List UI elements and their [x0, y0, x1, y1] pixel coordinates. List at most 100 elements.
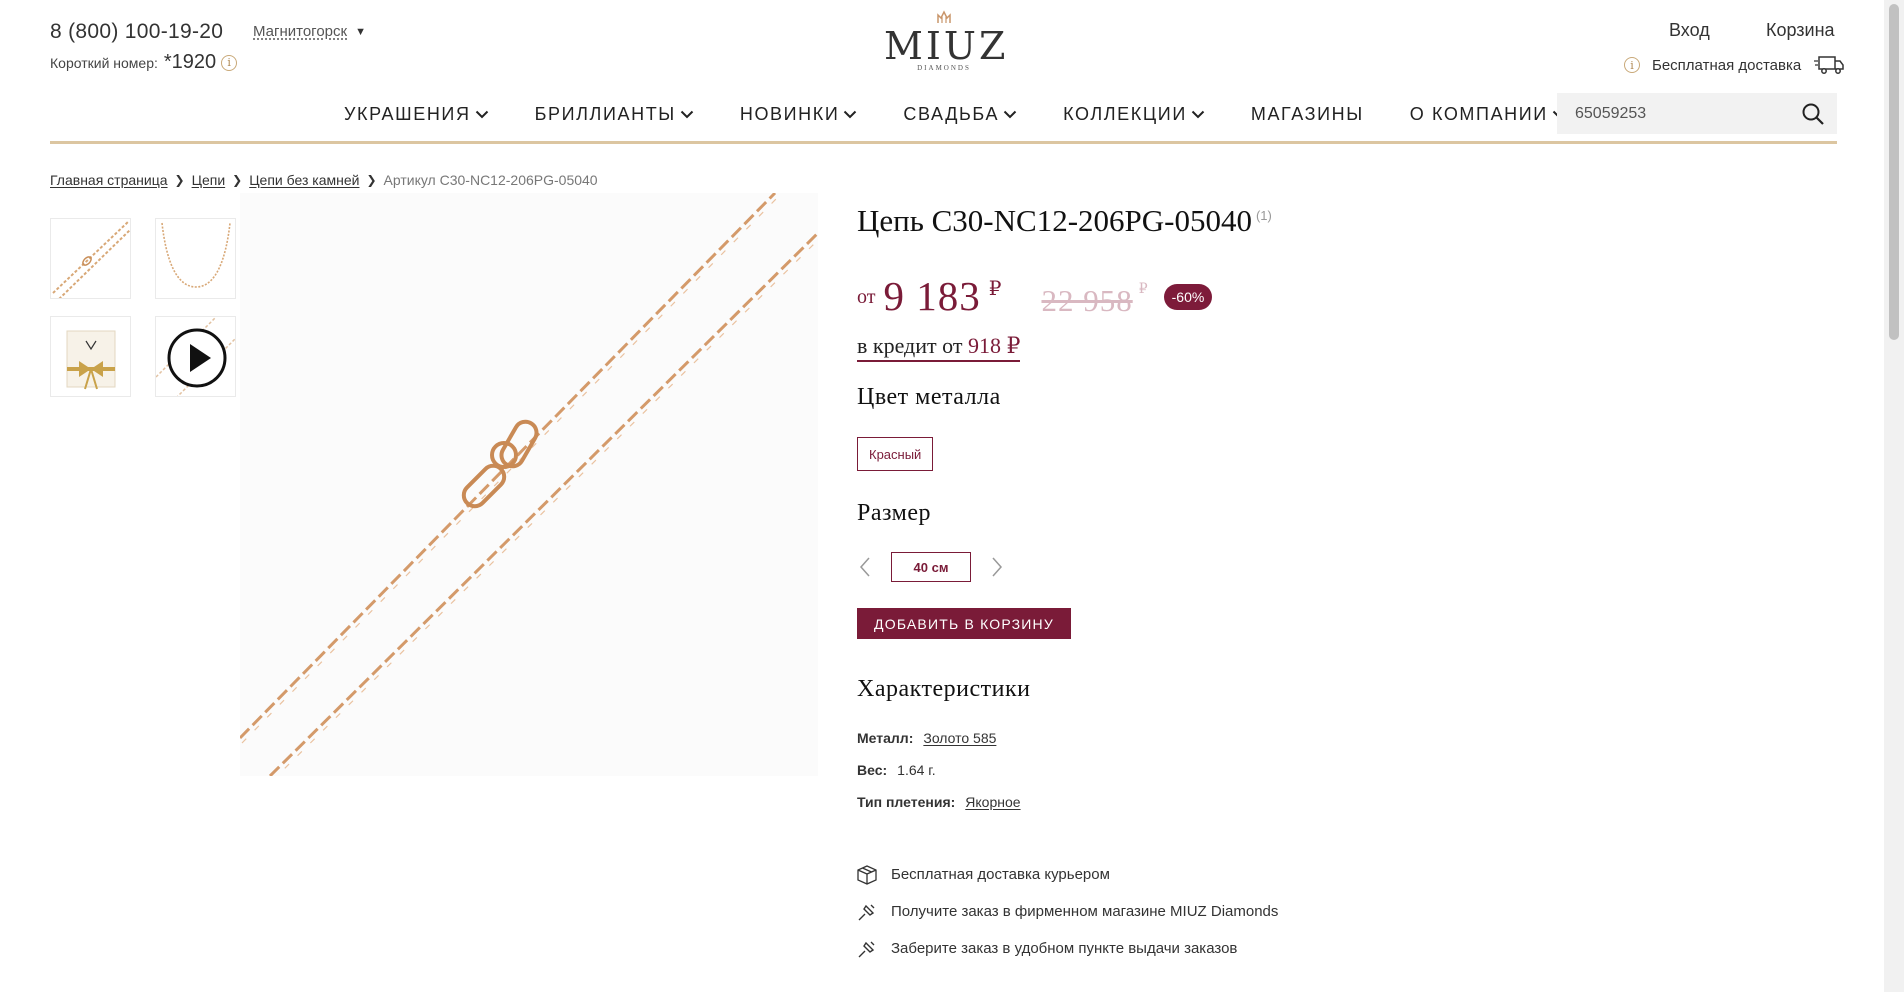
char-key: Металл:: [857, 730, 914, 746]
size-next-button[interactable]: [989, 555, 1005, 579]
review-count[interactable]: (1): [1256, 208, 1272, 223]
breadcrumb-chains[interactable]: Цепи: [192, 172, 226, 188]
nav-item-new[interactable]: НОВИНКИ: [740, 104, 858, 125]
chevron-down-icon: [475, 110, 488, 119]
short-number-value: *1920: [163, 51, 217, 73]
chevron-down-icon: [1191, 110, 1205, 119]
nav-label: МАГАЗИНЫ: [1250, 104, 1364, 124]
nav-label: НОВИНКИ: [739, 104, 840, 124]
free-delivery: i Бесплатная доставка: [1624, 55, 1845, 75]
search-icon[interactable]: [1801, 102, 1825, 126]
city-name: Магнитогорск: [253, 23, 348, 40]
characteristics-list: Металл: Золото 585 Вес: 1.64 г. Тип плет…: [857, 730, 1021, 826]
logo[interactable]: MIUZ DIAMONDS: [884, 10, 1009, 72]
nav-label: УКРАШЕНИЯ: [344, 104, 471, 124]
thumbnail-chain-closeup[interactable]: [50, 218, 131, 299]
thumbnail-chain-full[interactable]: [155, 218, 236, 299]
credit-link[interactable]: в кредит от 918 ₽: [857, 333, 1021, 362]
page-scrollbar[interactable]: [1884, 0, 1904, 992]
price-prefix: от: [857, 286, 876, 308]
short-number-label: Короткий номер:: [50, 54, 158, 71]
nav-item-collections[interactable]: КОЛЛЕКЦИИ: [1063, 104, 1205, 125]
char-value: 1.64 г.: [897, 762, 936, 778]
chevron-right-icon: [992, 557, 1003, 577]
pin-icon: [858, 941, 875, 957]
old-price-currency: ₽: [1138, 282, 1148, 297]
truck-icon: [1814, 56, 1844, 74]
chevron-down-icon: [844, 110, 857, 119]
price-currency: ₽: [988, 278, 1002, 300]
credit-amount: 918 ₽: [967, 333, 1021, 358]
credit-prefix: в кредит от: [857, 333, 963, 358]
play-icon[interactable]: [166, 327, 228, 389]
chevron-right-icon: ❯: [232, 173, 243, 187]
nav-item-stores[interactable]: МАГАЗИНЫ: [1251, 104, 1364, 125]
discount-badge: -60%: [1163, 284, 1213, 310]
chevron-right-icon: ❯: [174, 173, 185, 187]
breadcrumb: Главная страница ❯ Цепи ❯ Цепи без камне…: [50, 172, 598, 188]
box-icon: [857, 864, 877, 885]
char-key: Тип плетения:: [857, 794, 956, 810]
perk-courier: Бесплатная доставка курьером: [857, 856, 1278, 893]
gift-box-thumb-image: [66, 330, 116, 390]
add-to-cart-button[interactable]: ДОБАВИТЬ В КОРЗИНУ: [857, 608, 1071, 639]
chain-thumb-image: [52, 220, 130, 298]
delivery-label: Бесплатная доставка: [1652, 56, 1802, 74]
main-nav: УКРАШЕНИЯ БРИЛЛИАНТЫ НОВИНКИ СВАДЬБА КОЛ…: [344, 104, 1612, 125]
info-icon[interactable]: i: [221, 54, 238, 71]
pin-icon: [858, 904, 875, 920]
nav-item-wedding[interactable]: СВАДЬБА: [903, 104, 1017, 125]
chevron-right-icon: ❯: [366, 173, 377, 187]
char-value-link[interactable]: Якорное: [965, 794, 1020, 810]
perk-text: Получите заказ в фирменном магазине MIUZ…: [891, 903, 1279, 920]
nav-item-diamonds[interactable]: БРИЛЛИАНТЫ: [535, 104, 694, 125]
breadcrumb-chains-no-stones[interactable]: Цепи без камней: [249, 172, 359, 188]
characteristics-heading: Характеристики: [857, 676, 1031, 702]
nav-label: КОЛЛЕКЦИИ: [1063, 104, 1187, 124]
delivery-info-icon[interactable]: i: [1624, 57, 1640, 73]
size-option[interactable]: 40 см: [891, 552, 971, 582]
cart-link[interactable]: Корзина: [1766, 20, 1835, 41]
search-box: [1557, 93, 1837, 134]
login-link[interactable]: Вход: [1669, 20, 1710, 41]
nav-label: О КОМПАНИИ: [1409, 104, 1548, 124]
chevron-left-icon: [859, 557, 870, 577]
size-prev-button[interactable]: [857, 555, 873, 579]
chevron-down-icon: [1003, 110, 1017, 119]
breadcrumb-current: Артикул C30-NC12-206PG-05040: [383, 172, 598, 188]
char-value-link[interactable]: Золото 585: [923, 730, 996, 746]
char-key: Вес:: [857, 762, 888, 778]
phone-number[interactable]: 8 (800) 100-19-20: [50, 20, 223, 44]
product-title: Цепь C30-NC12-206PG-05040 (1): [857, 203, 1272, 239]
delivery-perks: Бесплатная доставка курьером Получите за…: [857, 856, 1278, 967]
nav-label: БРИЛЛИАНТЫ: [534, 104, 676, 124]
thumbnail-video[interactable]: [155, 316, 236, 397]
short-number: Короткий номер: *1920 i: [50, 51, 238, 74]
perk-pickup-point: Заберите заказ в удобном пункте выдачи з…: [857, 930, 1278, 967]
chain-image: [240, 193, 818, 776]
main-product-image[interactable]: [240, 193, 818, 776]
price-block: от 9 183 ₽ 22 958 ₽ -60%: [857, 272, 1213, 320]
city-selector[interactable]: Магнитогорск ▼: [253, 23, 366, 40]
scrollbar-thumb[interactable]: [1889, 4, 1899, 340]
header-divider: [50, 141, 1837, 144]
char-row-weight: Вес: 1.64 г.: [857, 762, 1021, 794]
nav-item-about[interactable]: О КОМПАНИИ: [1410, 104, 1566, 125]
perk-store-pickup: Получите заказ в фирменном магазине MIUZ…: [857, 893, 1278, 930]
char-row-metal: Металл: Золото 585: [857, 730, 1021, 762]
product-title-text: Цепь C30-NC12-206PG-05040: [857, 203, 1252, 238]
color-option-red[interactable]: Красный: [857, 437, 934, 471]
crown-icon: [937, 10, 951, 23]
char-row-weave: Тип плетения: Якорное: [857, 794, 1021, 826]
size-selector: 40 см: [857, 552, 1005, 582]
thumbnail-gift-box[interactable]: [50, 316, 131, 397]
old-price: 22 958: [1041, 283, 1133, 318]
nav-item-jewelry[interactable]: УКРАШЕНИЯ: [344, 104, 489, 125]
breadcrumb-home[interactable]: Главная страница: [50, 172, 168, 188]
logo-text: MIUZ: [884, 24, 1009, 68]
current-price: 9 183: [883, 273, 981, 319]
perk-text: Бесплатная доставка курьером: [891, 866, 1110, 883]
size-heading: Размер: [857, 500, 931, 526]
perk-text: Заберите заказ в удобном пункте выдачи з…: [891, 940, 1238, 957]
search-input[interactable]: [1557, 103, 1787, 124]
